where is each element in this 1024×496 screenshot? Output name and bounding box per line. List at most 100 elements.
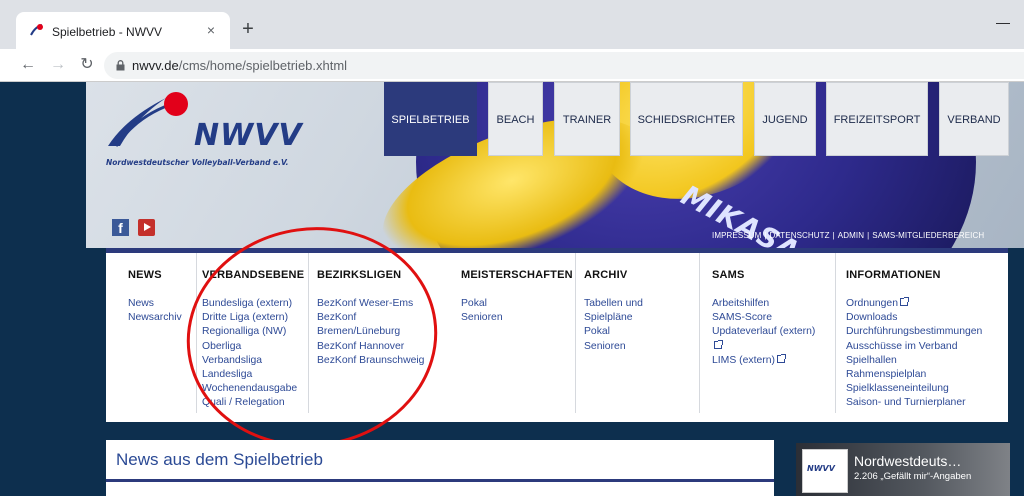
menu-link[interactable]: Downloads (846, 311, 982, 325)
menu-column-verbandsebene: VERBANDSEBENE Bundesliga (extern) Dritte… (197, 253, 309, 413)
menu-link[interactable]: Pokal (584, 325, 643, 339)
nwvv-logo[interactable]: NWVV Nordwestdeutscher Volleyball-Verban… (106, 88, 306, 168)
menu-link[interactable]: Tabellen und (584, 297, 643, 311)
menu-link[interactable]: BezKonf Braunschweig (317, 354, 424, 368)
menu-link[interactable]: Spielklasseneinteilung (846, 382, 982, 396)
nwvv-favicon-icon (30, 24, 43, 36)
reload-icon[interactable]: ↻ (75, 53, 99, 77)
menu-link[interactable]: SAMS-Score (712, 311, 815, 325)
nav-freizeitsport[interactable]: FREIZEITSPORT (826, 82, 928, 156)
column-heading: ARCHIV (584, 269, 628, 281)
column-heading: INFORMATIONEN (846, 269, 941, 281)
menu-link[interactable]: Bremen/Lüneburg (317, 325, 424, 339)
menu-link[interactable]: Senioren (584, 340, 643, 354)
menu-link[interactable]: Spielhallen (846, 354, 982, 368)
browser-toolbar: ← → ↻ nwvv.de/cms/home/spielbetrieb.xhtm… (0, 49, 1024, 82)
admin-link[interactable]: ADMIN (838, 231, 864, 240)
external-link-row (712, 339, 815, 354)
column-links: Pokal Senioren (461, 297, 503, 325)
menu-link-lims[interactable]: LIMS (extern) (712, 353, 815, 368)
facebook-likes-count: 2.206 „Gefällt mir“-Angaben (854, 471, 972, 482)
meta-links: IMPRESSUM | DATENSCHUTZ | ADMIN | SAMS-MITGLIE… (712, 231, 984, 240)
menu-link[interactable]: News (128, 297, 182, 311)
menu-link[interactable]: Updateverlauf (extern) (712, 325, 815, 339)
menu-link[interactable]: BezKonf (317, 311, 424, 325)
menu-link[interactable]: Spielpläne (584, 311, 643, 325)
nav-spielbetrieb[interactable]: SPIELBETRIEB (384, 82, 477, 156)
menu-link[interactable]: Oberliga (202, 340, 297, 354)
logo-ball-icon (164, 92, 188, 116)
separator: | (867, 231, 870, 240)
lock-icon (116, 60, 125, 71)
column-heading: MEISTERSCHAFTEN (461, 269, 573, 281)
menu-link[interactable]: Senioren (461, 311, 503, 325)
menu-column-news: NEWS News Newsarchiv (106, 253, 197, 413)
browser-tab[interactable]: Spielbetrieb - NWVV × (16, 12, 230, 49)
column-links: News Newsarchiv (128, 297, 182, 325)
menu-link[interactable]: Ausschüsse im Verband (846, 340, 982, 354)
nav-schiedsrichter[interactable]: SCHIEDSRICHTER (630, 82, 743, 156)
nav-beach[interactable]: BEACH (488, 82, 543, 156)
back-arrow-icon[interactable]: ← (16, 53, 40, 77)
menu-column-archiv: ARCHIV Tabellen und Spielpläne Pokal Sen… (576, 253, 700, 413)
news-section: News aus dem Spielbetrieb (106, 440, 774, 496)
column-heading: SAMS (712, 269, 745, 281)
facebook-icon[interactable]: f (112, 219, 129, 236)
nav-jugend[interactable]: JUGEND (754, 82, 816, 156)
menu-link[interactable]: Regionalliga (NW) (202, 325, 297, 339)
window-minimize-button[interactable]: — (996, 14, 1024, 30)
menu-link[interactable]: BezKonf Hannover (317, 340, 424, 354)
separator: | (832, 231, 835, 240)
menu-link[interactable]: Dritte Liga (extern) (202, 311, 297, 325)
url-text: nwvv.de/cms/home/spielbetrieb.xhtml (132, 58, 347, 73)
youtube-icon[interactable] (138, 219, 155, 236)
menu-link[interactable]: Verbandsliga (202, 354, 297, 368)
column-heading: BEZIRKSLIGEN (317, 269, 402, 281)
menu-column-bezirksligen: BEZIRKSLIGEN BezKonf Weser-Ems BezKonf B… (309, 253, 434, 413)
logo-subtitle: Nordwestdeutscher Volleyball-Verband e.V… (106, 158, 289, 167)
column-links: Tabellen und Spielpläne Pokal Senioren (584, 297, 643, 354)
menu-link[interactable]: Arbeitshilfen (712, 297, 815, 311)
column-heading: NEWS (128, 269, 162, 281)
menu-link[interactable]: Saison- und Turnierplaner (846, 396, 982, 410)
menu-link[interactable]: Wochenendausgabe (202, 382, 297, 396)
menu-link-label: LIMS (extern) (712, 354, 775, 366)
browser-tab-strip: Spielbetrieb - NWVV × + — (0, 0, 1024, 49)
sams-mitgliederbereich-link[interactable]: SAMS-MITGLIEDERBEREICH (872, 231, 984, 240)
menu-column-informationen: INFORMATIONEN Ordnungen Downloads Durchf… (836, 253, 1008, 413)
separator: | (764, 231, 767, 240)
page-thumbnail: NWVV (802, 449, 848, 493)
external-link-icon (776, 353, 786, 363)
menu-column-sams: SAMS Arbeitshilfen SAMS-Score Updateverl… (700, 253, 836, 413)
url-path: /cms/home/spielbetrieb.xhtml (178, 58, 348, 73)
menu-link-label: Ordnungen (846, 298, 898, 309)
spielbetrieb-mega-menu: NEWS News Newsarchiv VERBANDSEBENE Bunde… (106, 248, 1008, 422)
forward-arrow-icon[interactable]: → (46, 53, 70, 77)
menu-link[interactable]: Pokal (461, 297, 503, 311)
url-host: nwvv.de (132, 58, 179, 73)
menu-link-ordnungen[interactable]: Ordnungen (846, 297, 982, 311)
menu-link[interactable]: Landesliga (202, 368, 297, 382)
nav-verband[interactable]: VERBAND (939, 82, 1009, 156)
menu-link[interactable]: Rahmenspielplan (846, 368, 982, 382)
news-section-title: News aus dem Spielbetrieb (116, 450, 323, 469)
new-tab-button[interactable]: + (238, 19, 258, 39)
web-page: MIKASA NWVV Nordwestdeutscher Volleyball… (0, 82, 1024, 496)
column-links: BezKonf Weser-Ems BezKonf Bremen/Lünebur… (317, 297, 424, 368)
datenschutz-link[interactable]: DATENSCHUTZ (770, 231, 830, 240)
menu-link[interactable]: Durchführungsbestimmungen (846, 325, 982, 339)
facebook-page-name[interactable]: Nordwestdeuts… (854, 453, 961, 469)
divider (106, 479, 774, 482)
address-bar[interactable]: nwvv.de/cms/home/spielbetrieb.xhtml (104, 52, 1024, 79)
facebook-page-widget[interactable]: NWVV Nordwestdeuts… 2.206 „Gefällt mir“-… (796, 443, 1010, 496)
column-heading: VERBANDSEBENE (202, 269, 305, 281)
menu-column-meisterschaften: MEISTERSCHAFTEN Pokal Senioren (434, 253, 576, 413)
nav-trainer[interactable]: TRAINER (554, 82, 620, 156)
menu-link[interactable]: Newsarchiv (128, 311, 182, 325)
menu-link[interactable]: Quali / Relegation (202, 396, 297, 410)
tab-title: Spielbetrieb - NWVV (52, 25, 163, 39)
menu-link[interactable]: Bundesliga (extern) (202, 297, 297, 311)
impressum-link[interactable]: IMPRESSUM (712, 231, 761, 240)
menu-link[interactable]: BezKonf Weser-Ems (317, 297, 424, 311)
close-tab-icon[interactable]: × (202, 21, 220, 39)
